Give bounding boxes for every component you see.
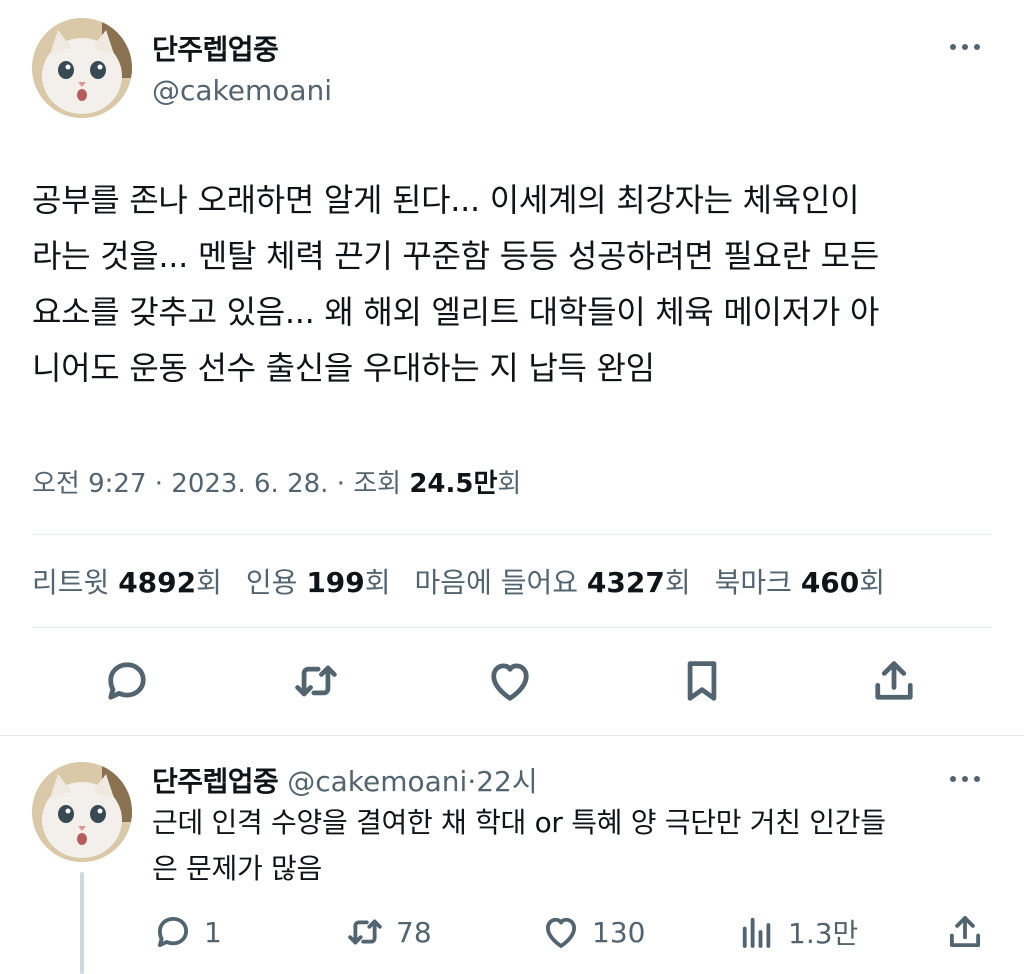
author-avatar[interactable] xyxy=(32,18,132,118)
views-label: 조회 xyxy=(353,469,402,499)
bookmarks-count: 460 xyxy=(800,566,860,599)
reply-text-line: 근데 인격 수양을 결여한 채 학대 or 특혜 양 극단만 거친 인간들 xyxy=(152,806,886,839)
reply-header: 단주렙업중 @cakemoani·22시 xyxy=(152,760,538,800)
reply-views-button[interactable]: 1.3만 xyxy=(736,909,858,955)
retweets-stat[interactable]: 리트윗 4892회 xyxy=(32,561,222,601)
retweets-label: 리트윗 xyxy=(32,566,110,599)
meta-separator: · xyxy=(336,469,345,499)
reply-icon[interactable] xyxy=(101,655,153,707)
cat-avatar-icon xyxy=(32,18,132,118)
retweet-icon[interactable] xyxy=(290,655,342,707)
bar-chart-icon xyxy=(742,917,771,948)
heart-icon xyxy=(545,917,577,948)
tweet-meta: 오전 9:27 · 2023. 6. 28. · 조회 24.5만회 xyxy=(32,463,521,500)
tweet-text-line: 공부를 존나 오래하면 알게 된다... 이세계의 최강자는 체육인이 xyxy=(32,181,860,219)
views-count: 24.5만 xyxy=(409,469,498,499)
count-suffix: 회 xyxy=(664,566,691,599)
reply-text-line: 은 문제가 많음 xyxy=(152,852,322,885)
tweet-time[interactable]: 오전 9:27 xyxy=(32,469,147,499)
retweet-icon xyxy=(348,919,382,945)
author-name[interactable]: 단주렙업중 xyxy=(152,28,279,68)
heart-icon[interactable] xyxy=(484,655,536,707)
likes-stat[interactable]: 마음에 들어요 4327회 xyxy=(415,561,691,601)
quotes-stat[interactable]: 인용 199회 xyxy=(246,561,391,601)
bookmark-icon[interactable] xyxy=(676,655,728,707)
reply-reply-button[interactable]: 1 xyxy=(152,909,222,955)
reply-time[interactable]: 22시 xyxy=(476,765,537,798)
more-options-icon[interactable] xyxy=(950,44,980,50)
quotes-count: 199 xyxy=(306,566,365,599)
share-icon xyxy=(949,916,981,948)
tweet-text-line: 니어도 운동 선수 출신을 우대하는 지 납득 완임 xyxy=(32,349,655,387)
tweet-stats: 리트윗 4892회 인용 199회 마음에 들어요 4327회 북마크 460회 xyxy=(32,561,885,601)
count-suffix: 회 xyxy=(364,566,391,599)
likes-count: 4327 xyxy=(586,566,665,599)
bookmarks-stat[interactable]: 북마크 460회 xyxy=(715,561,885,601)
like-count: 130 xyxy=(592,915,646,949)
reply-author-handle[interactable]: @cakemoani xyxy=(287,765,467,798)
meta-separator: · xyxy=(154,469,164,499)
views-suffix: 회 xyxy=(497,469,522,499)
tweet-text-line: 요소를 갖추고 있음... 왜 해외 엘리트 대학들이 체육 메이저가 아 xyxy=(32,293,879,331)
author-handle[interactable]: @cakemoani xyxy=(152,74,332,107)
reply-separator: · xyxy=(467,765,477,798)
reply-more-options-icon[interactable] xyxy=(950,776,980,782)
cat-avatar-icon xyxy=(32,762,132,862)
tweet-text: 공부를 존나 오래하면 알게 된다... 이세계의 최강자는 체육인이 라는 것… xyxy=(32,172,1002,396)
likes-label: 마음에 들어요 xyxy=(414,566,579,599)
reply-text: 근데 인격 수양을 결여한 채 학대 or 특혜 양 극단만 거친 인간들 은 … xyxy=(152,800,1002,892)
reply-author-name[interactable]: 단주렙업중 xyxy=(152,765,279,798)
reply-like-button[interactable]: 130 xyxy=(540,909,645,955)
count-suffix: 회 xyxy=(196,566,222,599)
bookmarks-label: 북마크 xyxy=(714,566,792,599)
reply-count: 1 xyxy=(204,915,222,949)
quotes-label: 인용 xyxy=(245,566,298,599)
divider xyxy=(0,735,1024,736)
share-icon[interactable] xyxy=(868,655,920,707)
count-suffix: 회 xyxy=(859,566,886,599)
view-count: 1.3만 xyxy=(788,917,859,950)
retweets-count: 4892 xyxy=(118,566,197,599)
reply-icon xyxy=(157,916,189,948)
tweet-date[interactable]: 2023. 6. 28. xyxy=(171,469,328,499)
reply-share-button[interactable] xyxy=(944,909,986,955)
reply-retweet-button[interactable]: 78 xyxy=(344,909,432,955)
tweet-text-line: 라는 것을... 멘탈 체력 끈기 꾸준함 등등 성공하려면 필요란 모든 xyxy=(32,237,879,275)
retweet-count: 78 xyxy=(396,915,432,949)
reply-author-avatar[interactable] xyxy=(32,762,132,862)
divider xyxy=(32,627,992,628)
thread-line xyxy=(80,872,84,974)
divider xyxy=(32,534,992,535)
